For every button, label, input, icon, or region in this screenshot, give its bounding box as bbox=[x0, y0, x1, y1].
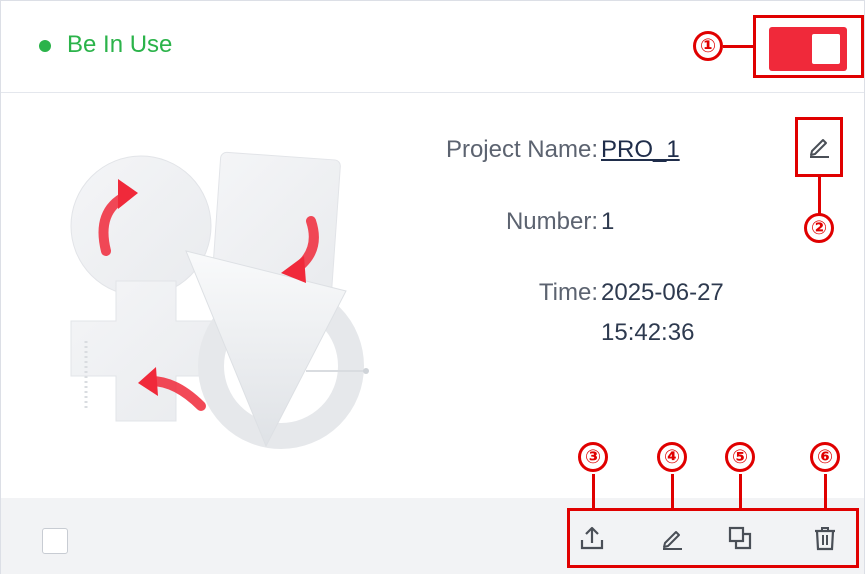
project-name-value[interactable]: PRO_1 bbox=[601, 136, 680, 164]
callout-2: ② bbox=[804, 213, 834, 243]
callout-1: ① bbox=[693, 31, 723, 61]
callout-6: ⑥ bbox=[810, 442, 840, 472]
delete-icon[interactable] bbox=[808, 521, 842, 555]
toggle-knob bbox=[812, 34, 840, 64]
callout-1-line bbox=[723, 45, 755, 48]
status-label: Be In Use bbox=[67, 31, 173, 58]
copy-icon[interactable] bbox=[723, 521, 757, 555]
time-label: Time: bbox=[538, 279, 598, 306]
time-date: 2025-06-27 bbox=[601, 279, 724, 306]
callout-3: ③ bbox=[578, 442, 608, 472]
callout-3-line bbox=[592, 474, 595, 510]
rename-edit-icon[interactable] bbox=[802, 129, 836, 163]
number-value: 1 bbox=[601, 208, 615, 235]
status-dot bbox=[39, 40, 51, 52]
callout-2-line bbox=[818, 175, 821, 215]
callout-5-line bbox=[739, 474, 742, 510]
time-clock: 15:42:36 bbox=[601, 319, 695, 346]
callout-4: ④ bbox=[657, 442, 687, 472]
upload-icon[interactable] bbox=[575, 521, 609, 555]
project-name-label: Project Name: bbox=[445, 136, 598, 163]
enable-toggle[interactable] bbox=[769, 27, 847, 71]
number-label: Number: bbox=[505, 208, 598, 235]
callout-5: ⑤ bbox=[725, 442, 755, 472]
callout-4-line bbox=[671, 474, 674, 510]
callout-6-line bbox=[824, 474, 827, 510]
edit-icon[interactable] bbox=[655, 521, 689, 555]
project-card: Be In Use ① Project Name: PRO_1 Number: … bbox=[0, 0, 865, 574]
project-illustration bbox=[70, 151, 369, 449]
select-checkbox[interactable] bbox=[42, 528, 68, 554]
